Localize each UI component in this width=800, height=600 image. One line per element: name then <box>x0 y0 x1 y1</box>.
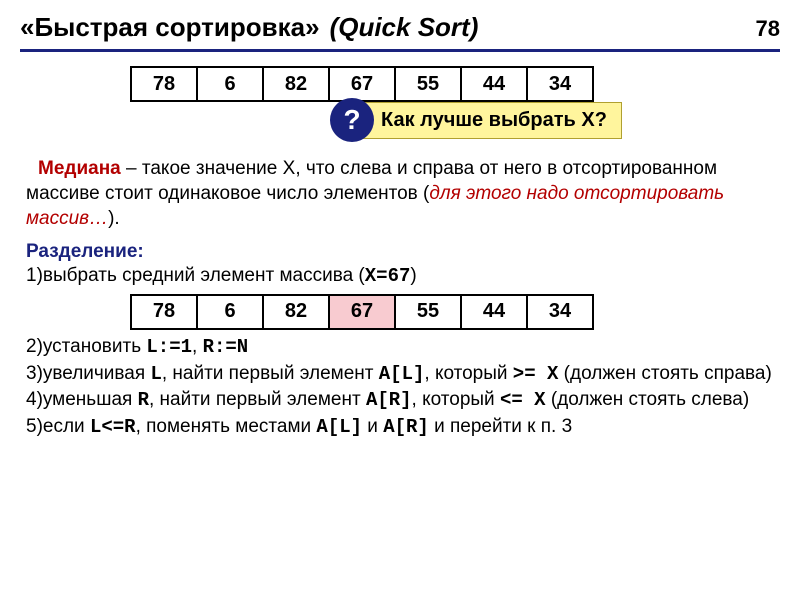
m: A[R] <box>366 389 412 411</box>
t: , <box>192 336 203 357</box>
title-en: (Quick Sort) <box>330 12 479 43</box>
step1-mono: X=67 <box>365 265 411 287</box>
m: <= X <box>500 389 546 411</box>
question-icon: ? <box>330 98 374 142</box>
cell: 78 <box>131 67 197 101</box>
cell: 34 <box>527 67 593 101</box>
title-ru: «Быстрая сортировка» <box>20 12 320 43</box>
m: L<=R <box>90 416 136 438</box>
cell: 55 <box>395 67 461 101</box>
step-1: 1)выбрать средний элемент массива (X=67) <box>26 263 774 290</box>
slide-header: «Быстрая сортировка» (Quick Sort) 78 <box>20 12 780 52</box>
median-body-3: ). <box>108 208 120 229</box>
m: A[L] <box>379 363 425 385</box>
t: 5)если <box>26 416 90 437</box>
t: 4)уменьшая <box>26 389 138 410</box>
m: R <box>138 389 149 411</box>
step1-prefix: 1)выбрать средний элемент массива ( <box>26 265 365 286</box>
t: , поменять местами <box>136 416 317 437</box>
question-callout: ? Как лучше выбрать X? <box>330 98 780 142</box>
cell: 82 <box>263 295 329 329</box>
t: (должен стоять справа) <box>558 363 771 384</box>
t: и перейти к п. 3 <box>429 416 572 437</box>
title: «Быстрая сортировка» (Quick Sort) <box>20 12 478 43</box>
t: , найти первый элемент <box>149 389 366 410</box>
cell: 6 <box>197 295 263 329</box>
cell: 34 <box>527 295 593 329</box>
t: , который <box>424 363 512 384</box>
t: 2)установить <box>26 336 146 357</box>
cell: 6 <box>197 67 263 101</box>
page-number: 78 <box>756 16 780 42</box>
t: 3)увеличивая <box>26 363 150 384</box>
cell: 44 <box>461 295 527 329</box>
t: , найти первый элемент <box>162 363 379 384</box>
step1-suffix: ) <box>410 265 416 286</box>
array-2: 78 6 82 67 55 44 34 <box>130 294 594 330</box>
cell-highlight: 67 <box>329 295 395 329</box>
t: и <box>362 416 383 437</box>
t: (должен стоять слева) <box>546 389 750 410</box>
cell: 67 <box>329 67 395 101</box>
cell: 44 <box>461 67 527 101</box>
question-text: Как лучше выбрать X? <box>356 102 622 139</box>
step-4: 4)уменьшая R, найти первый элемент A[R],… <box>26 387 774 414</box>
step-2: 2)установить L:=1, R:=N <box>26 334 774 361</box>
median-paragraph: Медиана – такое значение X, что слева и … <box>26 156 774 231</box>
m: A[R] <box>383 416 429 438</box>
cell: 82 <box>263 67 329 101</box>
cell: 55 <box>395 295 461 329</box>
m: >= X <box>513 363 559 385</box>
array-1: 78 6 82 67 55 44 34 <box>130 66 594 102</box>
division-label: Разделение: <box>26 241 780 263</box>
t: , который <box>412 389 500 410</box>
median-label: Медиана <box>38 158 121 179</box>
m: A[L] <box>316 416 362 438</box>
step-3: 3)увеличивая L, найти первый элемент A[L… <box>26 361 774 388</box>
step-5: 5)если L<=R, поменять местами A[L] и A[R… <box>26 414 774 441</box>
m: R:=N <box>203 336 249 358</box>
m: L <box>150 363 161 385</box>
cell: 78 <box>131 295 197 329</box>
m: L:=1 <box>146 336 192 358</box>
